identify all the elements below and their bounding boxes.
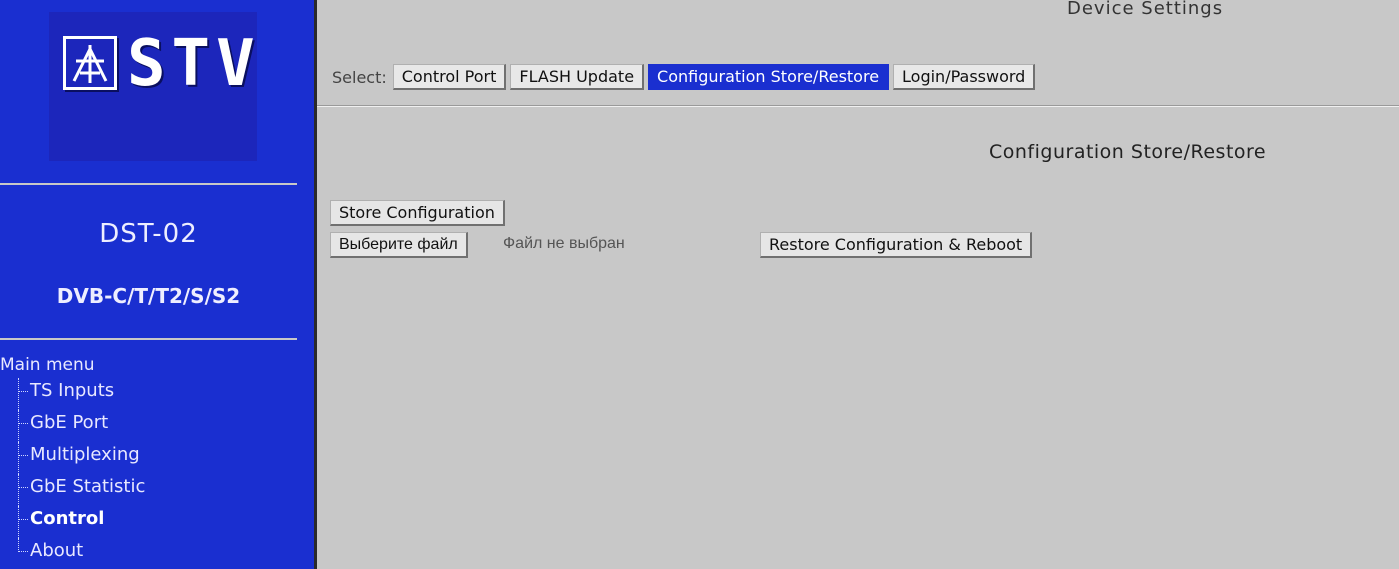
menu-item-gbe-statistic[interactable]: GbE Statistic [0, 474, 145, 506]
menu-item-ts-inputs[interactable]: TS Inputs [0, 378, 145, 410]
menu-item-label: About [30, 540, 84, 561]
sidebar-divider [0, 183, 297, 185]
restore-configuration-reboot-button[interactable]: Restore Configuration & Reboot [760, 232, 1033, 258]
store-configuration-button[interactable]: Store Configuration [330, 200, 505, 226]
page-title: Device Settings [1067, 0, 1224, 19]
device-standard: DVB-C/T/T2/S/S2 [56, 284, 241, 308]
menu-item-multiplexing[interactable]: Multiplexing [0, 442, 145, 474]
menu-item-label: GbE Statistic [30, 476, 146, 497]
settings-tab-bar: Select: Control Port FLASH Update Config… [332, 64, 1039, 90]
tab-configuration-store-restore[interactable]: Configuration Store/Restore [648, 64, 890, 90]
section-title: Configuration Store/Restore [989, 141, 1267, 163]
content-divider [317, 105, 1399, 107]
tab-flash-update[interactable]: FLASH Update [510, 64, 645, 90]
menu-item-label: GbE Port [30, 412, 109, 433]
logo: STV [49, 12, 257, 161]
tab-login-password[interactable]: Login/Password [893, 64, 1036, 90]
menu-item-about[interactable]: About [0, 538, 145, 569]
main-menu-title: Main menu [0, 355, 95, 375]
select-label: Select: [332, 67, 387, 87]
main-menu: TS Inputs GbE Port Multiplexing GbE Stat… [0, 378, 145, 569]
sidebar-divider [0, 338, 297, 340]
menu-item-gbe-port[interactable]: GbE Port [0, 410, 145, 442]
tab-control-port[interactable]: Control Port [392, 64, 507, 90]
menu-item-label: Multiplexing [30, 444, 140, 465]
menu-item-label: Control [30, 508, 105, 529]
menu-item-control[interactable]: Control [0, 506, 145, 538]
logo-text: STV [127, 27, 261, 101]
stv-emblem-icon [63, 36, 117, 90]
sidebar: STV DST-02 DVB-C/T/T2/S/S2 Main menu TS … [0, 0, 314, 569]
main-content: Device Settings Select: Control Port FLA… [317, 0, 1399, 569]
file-status-text: Файл не выбран [503, 235, 625, 252]
choose-file-button[interactable]: Выберите файл [330, 232, 468, 258]
menu-item-label: TS Inputs [30, 380, 115, 401]
device-model: DST-02 [99, 219, 198, 249]
